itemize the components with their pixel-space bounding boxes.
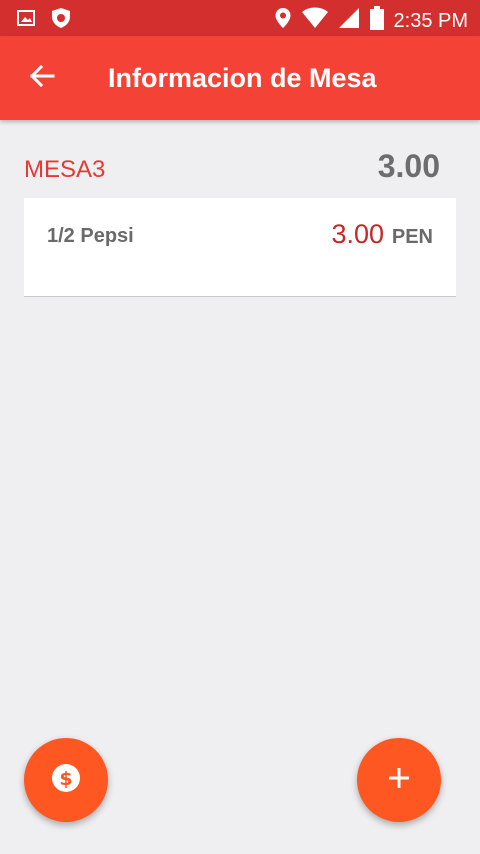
location-icon bbox=[274, 7, 292, 34]
arrow-left-icon bbox=[29, 63, 55, 94]
list-item[interactable]: 1/2 Pepsi 3.00 PEN bbox=[24, 198, 456, 297]
back-button[interactable] bbox=[22, 58, 62, 98]
add-item-button[interactable] bbox=[357, 738, 441, 822]
gallery-icon bbox=[16, 8, 36, 33]
app-bar: Informacion de Mesa bbox=[0, 36, 480, 120]
signal-icon bbox=[338, 7, 360, 34]
table-header: MESA3 3.00 bbox=[24, 148, 440, 188]
status-right-icons: 2:35 PM bbox=[274, 6, 468, 35]
item-name: 1/2 Pepsi bbox=[47, 225, 134, 247]
table-name: MESA3 bbox=[24, 156, 106, 183]
plus-icon bbox=[387, 766, 411, 795]
status-bar: 2:35 PM bbox=[0, 0, 480, 36]
page-title: Informacion de Mesa bbox=[108, 63, 377, 93]
status-left-icons bbox=[16, 7, 72, 34]
status-time: 2:35 PM bbox=[393, 9, 468, 32]
wifi-icon bbox=[301, 7, 328, 34]
dollar-coin-icon: $ bbox=[51, 763, 81, 798]
item-currency: PEN bbox=[391, 226, 433, 248]
table-total: 3.00 bbox=[377, 148, 440, 184]
shield-icon bbox=[50, 7, 72, 34]
svg-text:$: $ bbox=[59, 768, 72, 790]
item-price: 3.00 bbox=[331, 219, 384, 249]
battery-icon bbox=[369, 6, 384, 35]
pay-button[interactable]: $ bbox=[24, 738, 108, 822]
